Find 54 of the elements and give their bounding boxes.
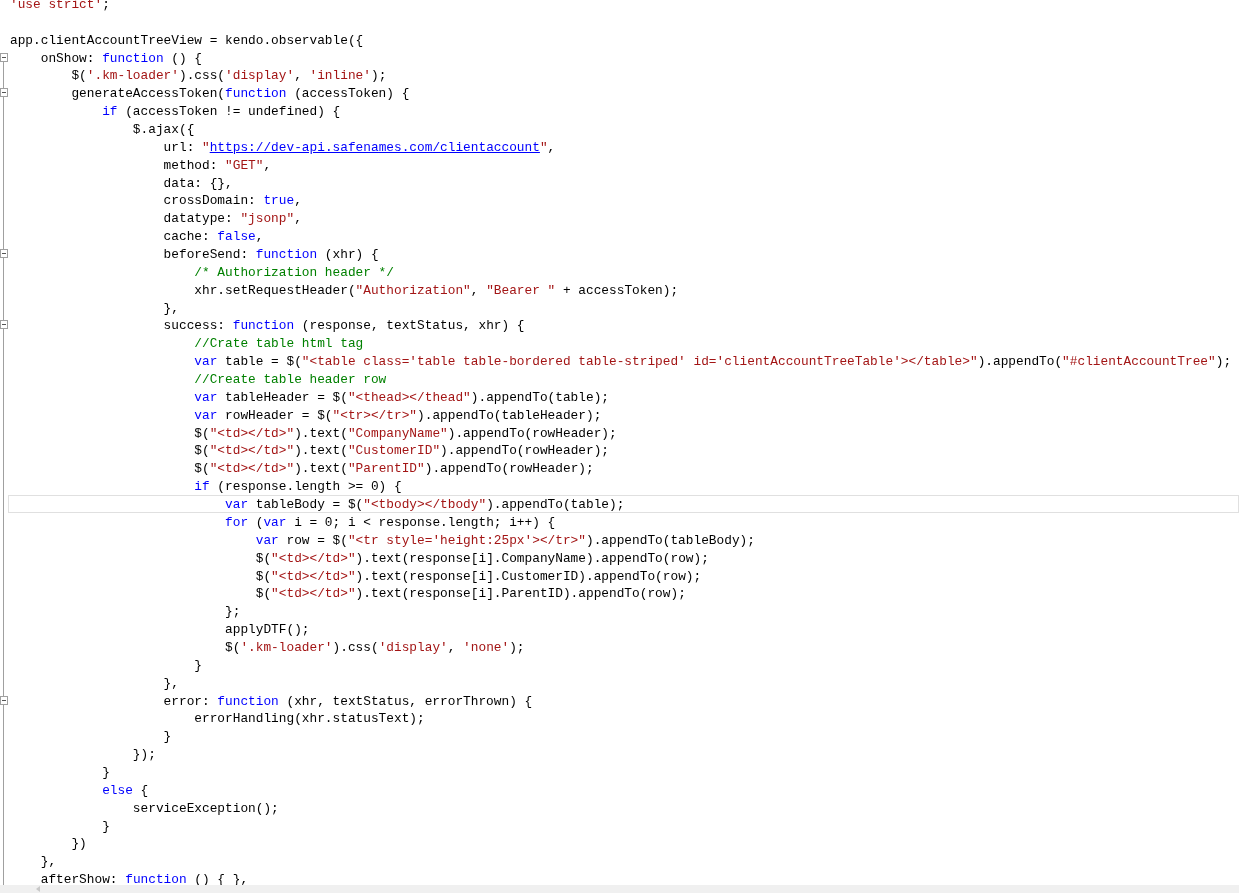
code-line: $("<td></td>").text("ParentID").appendTo(rowHeader);	[193, 460, 595, 478]
code-line: onShow: function () {	[39, 49, 203, 67]
code-line: $('.km-loader').css('display', 'inline');	[70, 67, 388, 85]
code-line: app.clientAccountTreeView = kendo.observable({	[9, 31, 365, 49]
code-line: //Crate table html tag	[193, 335, 365, 353]
code-line: generateAccessToken(function (accessToken) {	[70, 85, 411, 103]
code-line: //Create table header row	[193, 371, 388, 388]
code-line: },	[162, 674, 180, 692]
code-line: afterShow: function () { },	[39, 871, 250, 885]
code-line: error: function (xhr, textStatus, errorThrown) {	[162, 692, 534, 710]
code-line: $("<td></td>").text(response[i].CompanyName).appendTo(row);	[254, 549, 710, 567]
code-line: }	[101, 817, 111, 835]
code-line: if (response.length >= 0) {	[193, 478, 403, 496]
collapse-icon[interactable]	[0, 52, 8, 62]
code-line: }	[193, 656, 203, 674]
code-line: $('.km-loader').css('display', 'none');	[224, 638, 526, 656]
code-line: },	[162, 299, 180, 317]
code-line: };	[224, 603, 242, 621]
collapse-icon[interactable]	[0, 320, 8, 330]
code-line: $("<td></td>").text(response[i].ParentID).appendTo(row);	[254, 585, 687, 603]
code-line: serviceException();	[131, 799, 280, 817]
code-line: success: function (response, textStatus, xhr) {	[162, 317, 526, 335]
code-line: },	[39, 853, 58, 871]
code-line: $("<td></td>").text("CustomerID").appendTo(rowHeader);	[193, 442, 611, 460]
collapse-icon[interactable]	[0, 88, 8, 98]
code-line: applyDTF();	[224, 621, 311, 638]
code-line: var tableHeader = $("<thead></thead").appendTo(table);	[193, 388, 610, 406]
code-line: $("<td></td>").text(response[i].CustomerID).appendTo(row);	[254, 567, 703, 585]
code-line: var table = $("<table class='table table-bordered table-striped' id='clientAccountTreeTable'></table>").appendTo("#clientAccountTree");	[193, 353, 1233, 371]
code-line: data: {},	[162, 174, 234, 192]
code-line: datatype: "jsonp",	[162, 210, 303, 228]
code-line: $.ajax({	[131, 121, 196, 138]
code-line: errorHandling(xhr.statusText);	[193, 710, 426, 728]
code-line: crossDomain: true,	[162, 192, 303, 210]
code-line: $("<td></td>").text("CompanyName").appendTo(rowHeader);	[193, 424, 618, 442]
code-line: }	[162, 728, 173, 746]
code-line: url: "https://dev-api.safenames.com/clientaccount",	[162, 138, 557, 156]
code-line: });	[131, 746, 157, 763]
url-link[interactable]: https://dev-api.safenames.com/clientaccount	[209, 139, 540, 155]
code-line: /* Authorization header */	[193, 263, 395, 281]
horizontal-scrollbar[interactable]	[0, 885, 1239, 893]
code-line: if (accessToken != undefined) {	[101, 103, 342, 120]
code-line: cache: false,	[162, 228, 265, 246]
collapse-icon[interactable]	[0, 249, 8, 259]
code-line: }	[101, 763, 111, 781]
code-line: method: "GET",	[162, 156, 273, 174]
code-line: beforeSend: function (xhr) {	[162, 246, 380, 263]
code-line: xhr.setRequestHeader("Authorization", "Bearer " + accessToken);	[193, 281, 680, 299]
code-line: else {	[101, 781, 150, 799]
code-line: for (var i = 0; i < response.length; i++) {	[224, 513, 557, 531]
code-line: })	[70, 835, 88, 853]
collapse-icon[interactable]	[0, 695, 8, 705]
code-line: var rowHeader = $("<tr></tr>").appendTo(tableHeader);	[193, 406, 603, 424]
code-line: var row = $("<tr style='height:25px'></tr>").appendTo(tableBody);	[254, 531, 756, 549]
